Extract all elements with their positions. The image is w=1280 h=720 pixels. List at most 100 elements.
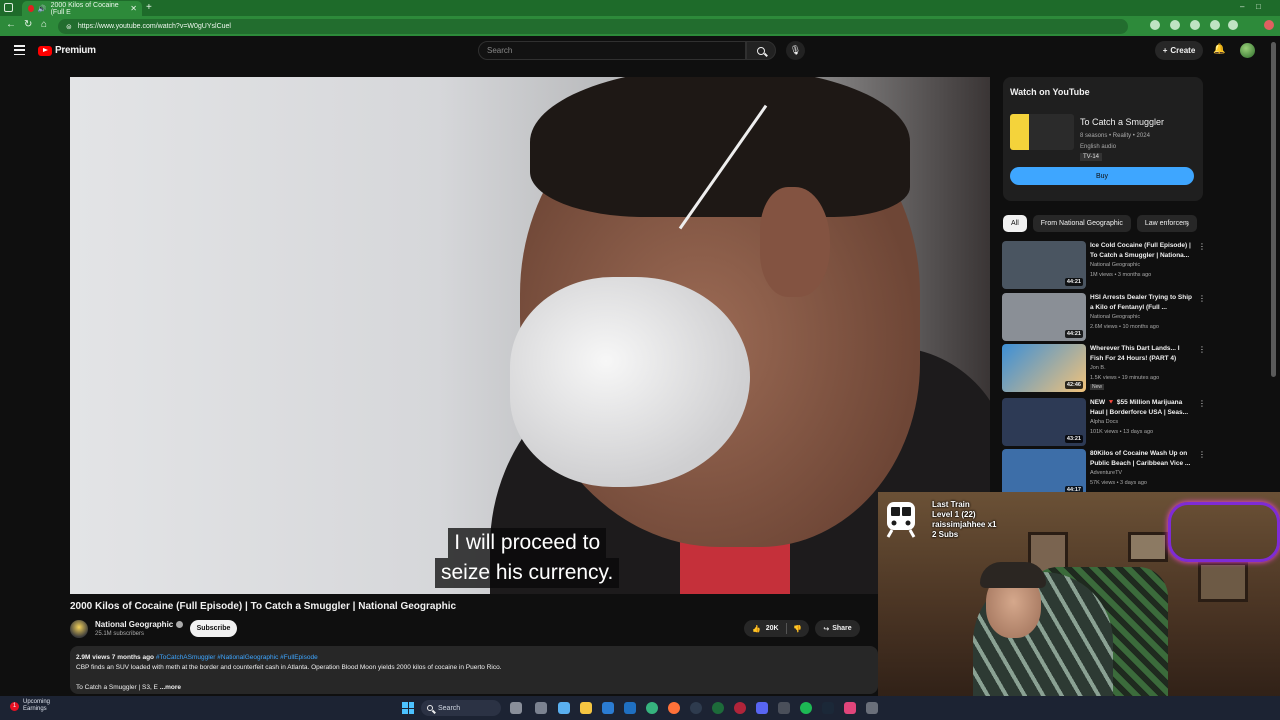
channel-name-link[interactable]: National Geographic [95, 620, 184, 629]
show-thumbnail[interactable] [1010, 114, 1074, 150]
maximize-icon[interactable]: □ [1256, 2, 1261, 11]
show-title[interactable]: To Catch a Smuggler [1080, 117, 1164, 127]
chip-all[interactable]: All [1003, 215, 1027, 232]
taskbar-app-icon[interactable] [778, 702, 790, 714]
taskbar-app-icon[interactable] [844, 702, 856, 714]
copilot-icon[interactable] [1264, 20, 1274, 30]
recommendation-channel[interactable]: AdventureTV [1090, 470, 1122, 476]
extension-icon[interactable] [1170, 20, 1180, 30]
taskbar-app-icon[interactable] [734, 702, 746, 714]
steam-icon[interactable] [822, 702, 834, 714]
subscribe-button[interactable]: Subscribe [190, 620, 237, 637]
search-icon [427, 705, 433, 711]
dislike-button[interactable]: 👎 [787, 625, 802, 633]
video-player[interactable] [70, 77, 990, 594]
edge-icon[interactable] [646, 702, 658, 714]
recommendation-title[interactable]: Ice Cold Cocaine (Full Episode) | To Cat… [1090, 241, 1194, 261]
copilot-icon[interactable] [558, 702, 570, 714]
account-avatar[interactable] [1240, 43, 1255, 58]
taskbar-app-icon[interactable] [535, 702, 547, 714]
search-icon [757, 46, 765, 55]
close-tab-icon[interactable]: ✕ [130, 4, 137, 13]
recommendation-item[interactable]: 44:21 Ice Cold Cocaine (Full Episode) | … [1002, 241, 1206, 289]
discord-icon[interactable] [756, 702, 768, 714]
bookmark-icon[interactable] [1150, 20, 1160, 30]
profile-icon[interactable] [1228, 20, 1238, 30]
recommendation-item[interactable]: 42:46 Wherever This Dart Lands... I Fish… [1002, 344, 1206, 392]
hashtags-link[interactable]: #ToCatchASmuggler #NationalGeographic #F… [156, 654, 318, 661]
task-view-icon[interactable] [510, 702, 522, 714]
more-actions-icon[interactable]: ⋮ [1198, 345, 1206, 354]
tab-menu-icon[interactable] [4, 3, 13, 12]
home-icon[interactable]: ⌂ [41, 19, 47, 30]
recommendation-title[interactable]: HSI Arrests Dealer Trying to Ship a Kilo… [1090, 293, 1194, 313]
like-button[interactable]: 👍 20K [744, 625, 786, 633]
extension-icon[interactable] [1210, 20, 1220, 30]
windows-start-icon[interactable] [402, 702, 414, 714]
description-box[interactable]: 2.9M views 7 months ago #ToCatchASmuggle… [70, 646, 878, 694]
back-icon[interactable]: ← [6, 19, 16, 30]
browser-tab[interactable]: 🔊 2000 Kilos of Cocaine (Full E ✕ [22, 1, 142, 16]
recommendation-item[interactable]: 44:21 HSI Arrests Dealer Trying to Ship … [1002, 293, 1206, 341]
spotify-icon[interactable] [800, 702, 812, 714]
file-explorer-icon[interactable] [580, 702, 592, 714]
video-thumbnail[interactable]: 44:21 [1002, 241, 1086, 289]
chevron-right-icon[interactable]: › [1186, 219, 1189, 229]
recommendation-channel[interactable]: Jon B. [1090, 365, 1106, 371]
recommendation-channel[interactable]: Alpha Docs [1090, 419, 1118, 425]
youtube-logo[interactable]: Premium [38, 45, 96, 56]
recommendation-views: 57K views • 3 days ago [1090, 480, 1147, 486]
more-actions-icon[interactable]: ⋮ [1198, 242, 1206, 251]
rating-badge: TV-14 [1080, 153, 1103, 161]
recommendation-title[interactable]: 80Kilos of Cocaine Wash Up on Public Bea… [1090, 449, 1194, 469]
search-button[interactable] [746, 41, 776, 60]
more-button[interactable]: ...more [160, 684, 181, 691]
thumbs-down-icon: 👎 [793, 625, 802, 633]
taskbar-app-icon[interactable] [690, 702, 702, 714]
more-actions-icon[interactable]: ⋮ [1198, 450, 1206, 459]
chip-from-channel[interactable]: From National Geographic [1032, 215, 1131, 232]
taskbar-app-icon[interactable] [866, 702, 878, 714]
page-scrollbar[interactable] [1271, 42, 1276, 377]
search-input[interactable]: Search [478, 41, 746, 60]
notifications-bell-icon[interactable]: 🔔 [1213, 44, 1225, 55]
extension-icon[interactable] [1190, 20, 1200, 30]
more-actions-icon[interactable]: ⋮ [1198, 294, 1206, 303]
like-dislike-group: 👍 20K 👎 [744, 620, 809, 637]
share-button[interactable]: ↪ Share [815, 620, 860, 637]
menu-icon[interactable] [14, 45, 25, 55]
recommendation-item[interactable]: 43:21 NEW 🔻 $55 Million Marijuana Haul |… [1002, 398, 1206, 446]
recommendation-channel[interactable]: National Geographic [1090, 314, 1140, 320]
create-button[interactable]: + Create [1155, 41, 1203, 60]
recommendation-title[interactable]: NEW 🔻 $55 Million Marijuana Haul | Borde… [1090, 398, 1194, 418]
filter-chips: All From National Geographic Law enforce… [1003, 215, 1197, 232]
recommendation-title[interactable]: Wherever This Dart Lands... I Fish For 2… [1090, 344, 1194, 364]
channel-avatar[interactable] [70, 620, 88, 638]
speaker-icon[interactable]: 🔊 [38, 5, 47, 13]
recommendation-views: 1M views • 3 months ago [1090, 272, 1152, 278]
voice-search-button[interactable]: 🎙 [786, 41, 805, 60]
recommendation-channel[interactable]: National Geographic [1090, 262, 1140, 268]
recommendation-views: 1.5K views • 19 minutes ago [1090, 375, 1160, 381]
store-icon[interactable] [602, 702, 614, 714]
firefox-icon[interactable] [668, 702, 680, 714]
video-thumbnail[interactable]: 44:21 [1002, 293, 1086, 341]
widgets-button[interactable]: 1 Upcoming Earnings [10, 699, 50, 713]
recommendation-item[interactable]: 44:17 80Kilos of Cocaine Wash Up on Publ… [1002, 449, 1206, 497]
new-tab-button[interactable]: + [146, 2, 152, 13]
video-thumbnail[interactable]: 44:17 [1002, 449, 1086, 497]
video-thumbnail[interactable]: 42:46 [1002, 344, 1086, 392]
outlook-icon[interactable] [624, 702, 636, 714]
video-frame-ear [760, 187, 830, 297]
video-thumbnail[interactable]: 43:21 [1002, 398, 1086, 446]
minimize-icon[interactable]: – [1240, 2, 1244, 11]
thumbs-up-icon: 👍 [752, 625, 761, 633]
buy-button[interactable]: Buy [1010, 167, 1194, 185]
site-info-icon[interactable]: ⊜ [66, 23, 72, 31]
reload-icon[interactable]: ↻ [24, 19, 32, 30]
url-field[interactable]: ⊜ https://www.youtube.com/watch?v=W0gUYs… [58, 19, 1128, 34]
more-actions-icon[interactable]: ⋮ [1198, 399, 1206, 408]
duration-badge: 42:46 [1064, 381, 1083, 389]
taskbar-app-icon[interactable] [712, 702, 724, 714]
taskbar-search[interactable]: Search [421, 700, 501, 716]
